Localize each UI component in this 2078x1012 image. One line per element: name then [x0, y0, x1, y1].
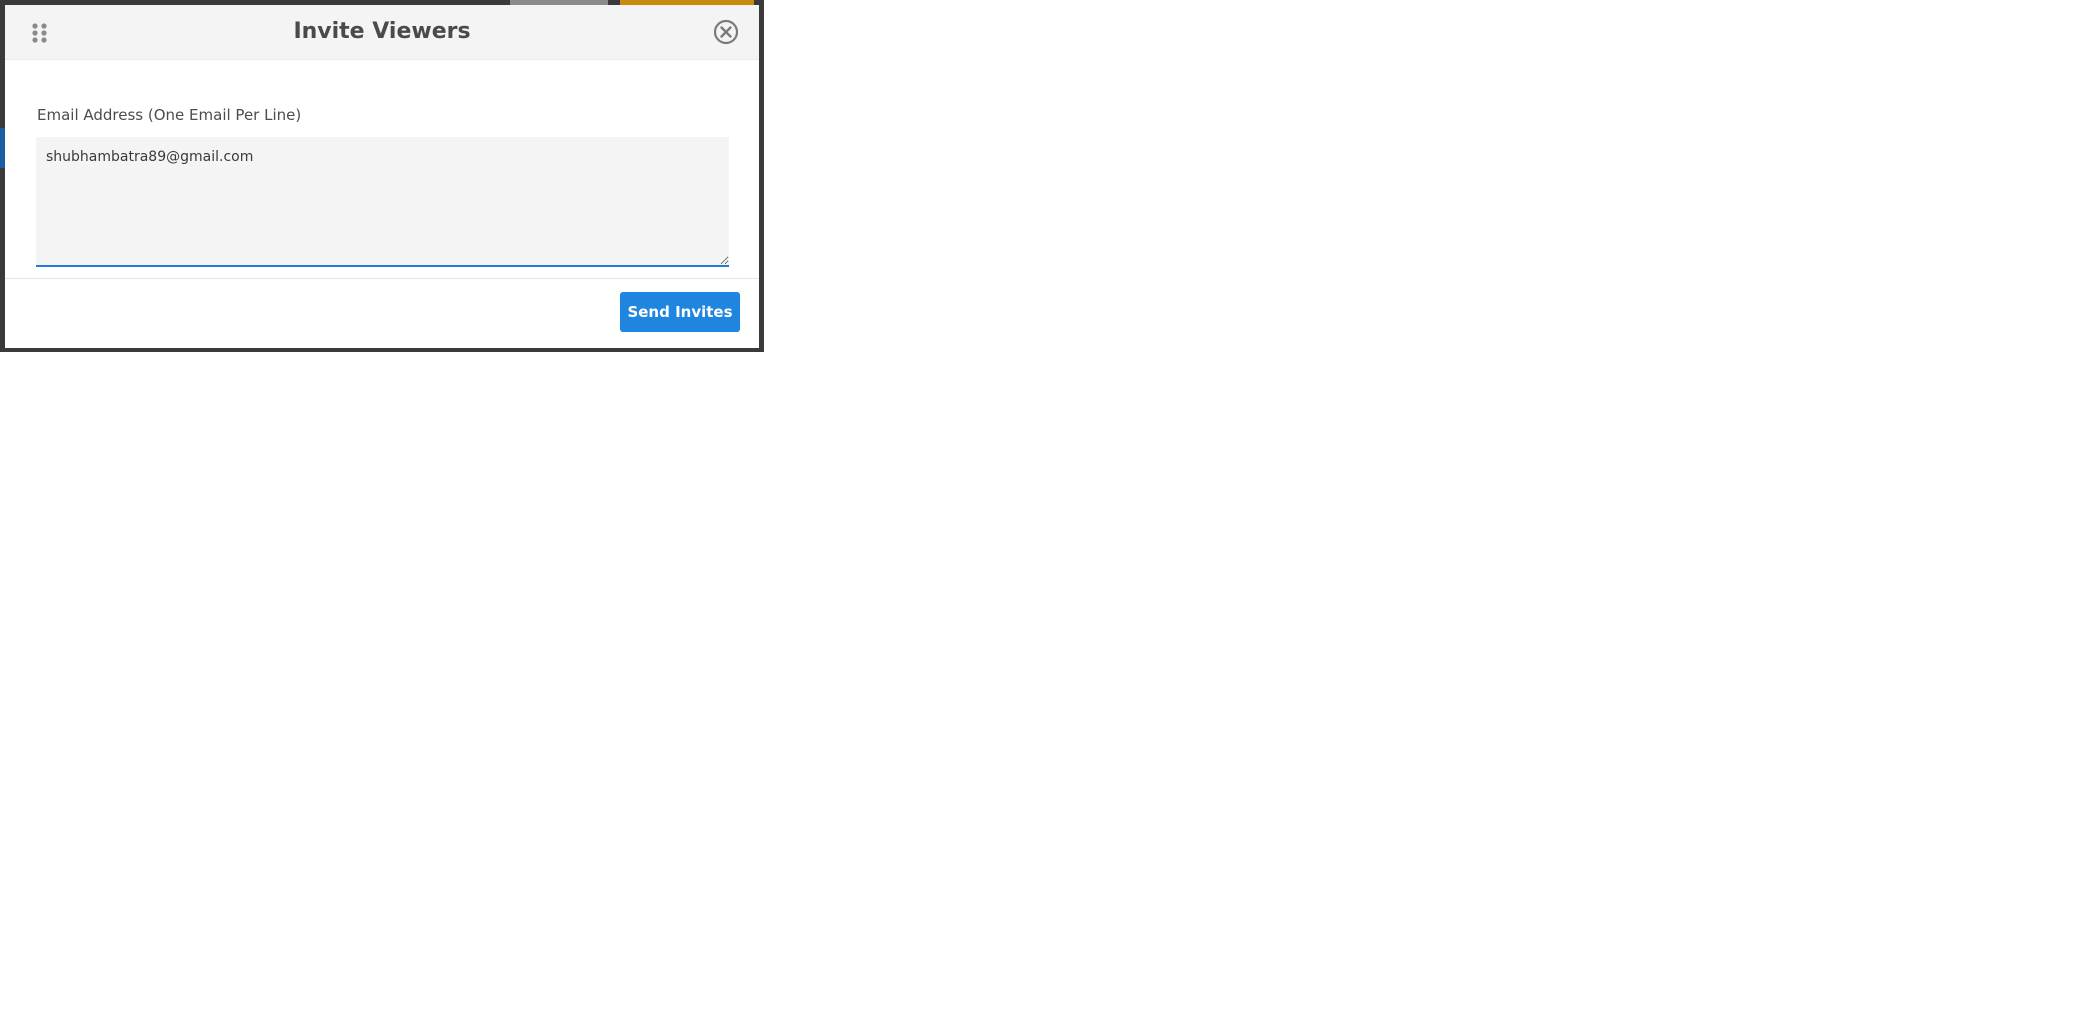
modal-footer: Send Invites: [5, 278, 759, 349]
modal-header: Invite Viewers: [5, 5, 759, 60]
email-field-label: Email Address (One Email Per Line): [37, 106, 302, 124]
modal-title: Invite Viewers: [293, 19, 471, 44]
modal-body: Email Address (One Email Per Line) shubh…: [5, 60, 759, 279]
email-textarea[interactable]: shubhambatra89@gmail.com: [36, 137, 729, 267]
close-circle-icon[interactable]: [713, 19, 739, 45]
send-invites-button[interactable]: Send Invites: [620, 292, 740, 332]
invite-viewers-modal: Invite Viewers Email Address (One Email …: [5, 5, 759, 348]
